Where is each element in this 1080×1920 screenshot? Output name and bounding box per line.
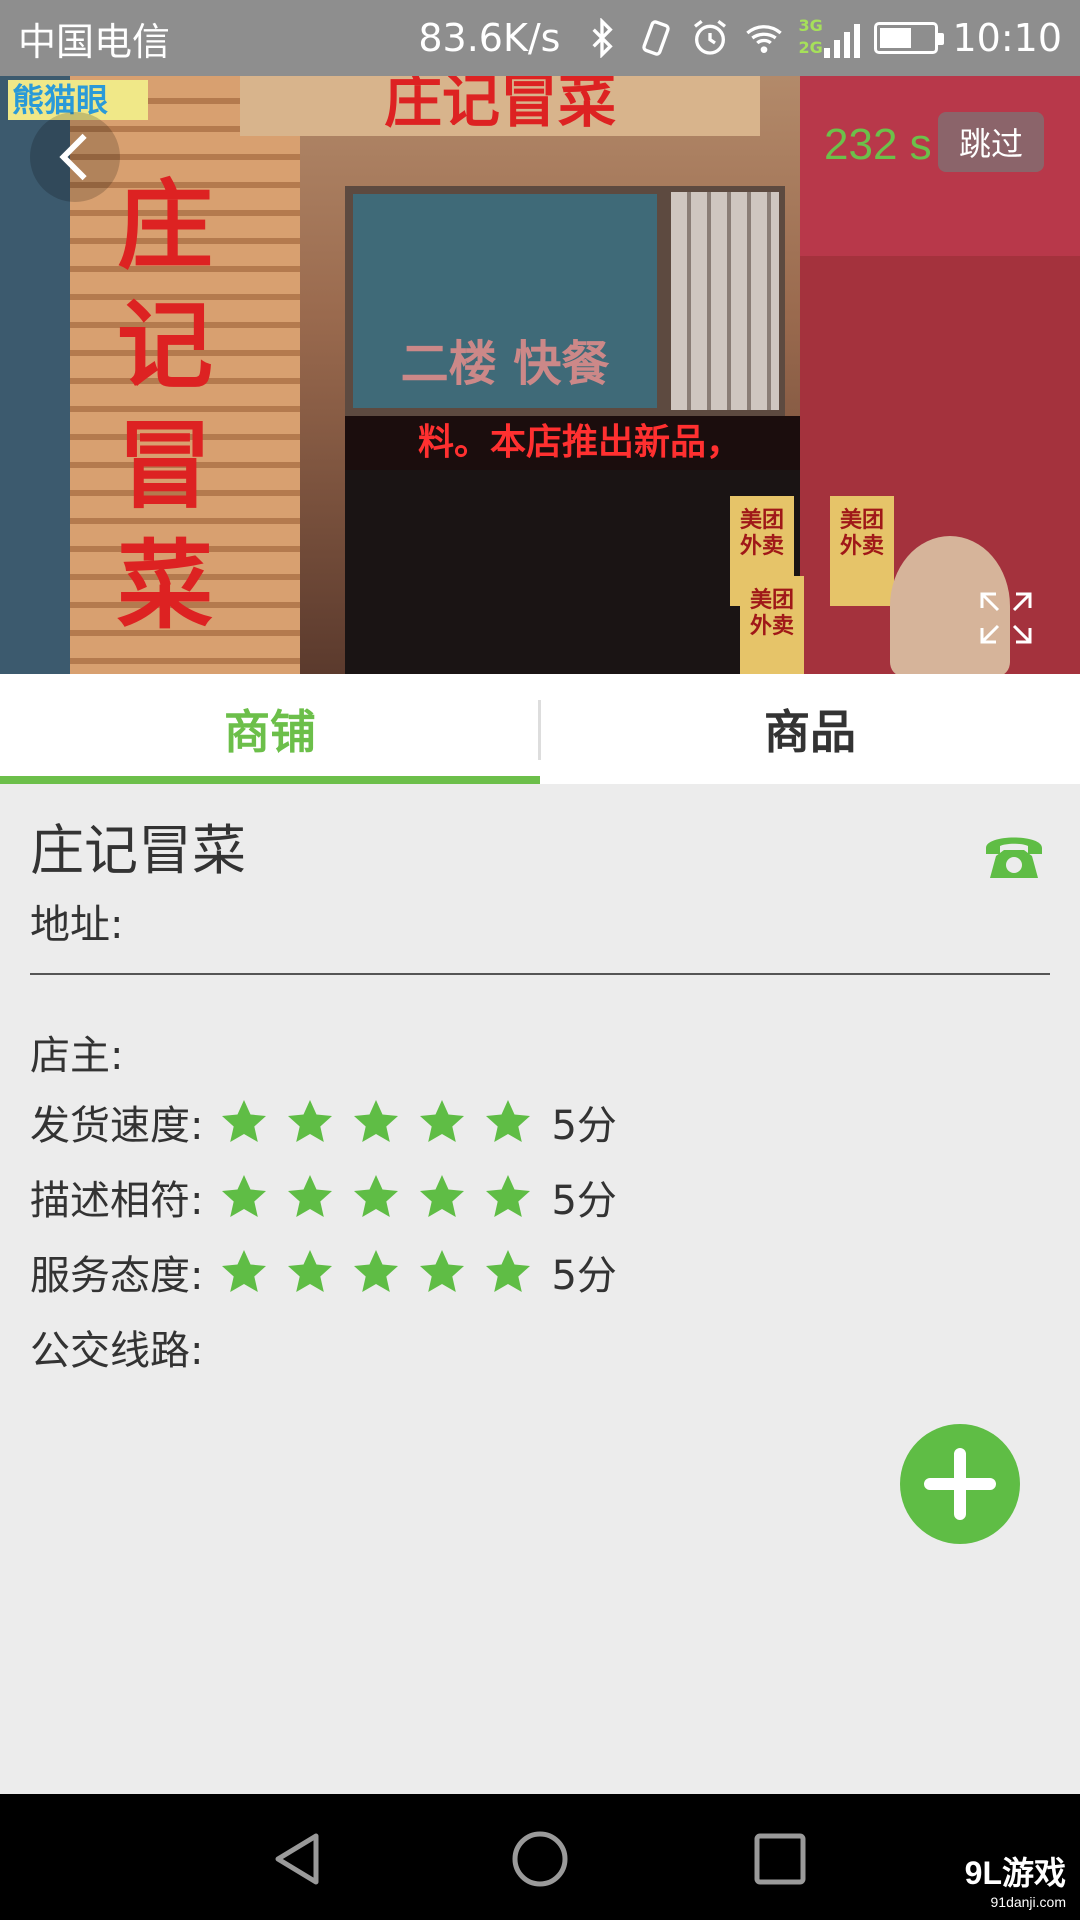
clock: 10:10 xyxy=(952,16,1062,60)
battery-icon xyxy=(874,22,945,54)
cellular-signal-icon: 3G 2G xyxy=(798,12,861,64)
add-button[interactable] xyxy=(900,1424,1020,1544)
carrier-name: 中国电信 xyxy=(18,19,171,64)
network-3g-label: 3G xyxy=(798,16,823,35)
rating-row: 描述相符: 5分 xyxy=(30,1167,617,1227)
owner-label: 店主: xyxy=(30,1033,124,1079)
star-icon xyxy=(354,1100,399,1142)
star-icon xyxy=(486,1175,531,1217)
star-icon xyxy=(222,1250,267,1292)
star-icon xyxy=(288,1100,333,1142)
star-icon xyxy=(420,1250,465,1292)
upper-window: 二楼 快餐 xyxy=(345,186,665,416)
star-icon xyxy=(222,1100,267,1142)
watermark-sub: 91danji.com xyxy=(990,1894,1067,1910)
star-icon xyxy=(354,1175,399,1217)
alarm-icon xyxy=(694,20,727,55)
plus-icon xyxy=(924,1448,996,1520)
chevron-left-icon xyxy=(59,133,87,181)
watermark-main: 9L游戏 xyxy=(964,1855,1066,1891)
star-icon xyxy=(222,1175,267,1217)
meituan-poster: 美团外卖 xyxy=(830,496,894,606)
led-sign: 料。本店推出新品， xyxy=(345,416,815,470)
vibrate-icon xyxy=(642,20,671,56)
shop-name: 庄记冒菜 xyxy=(30,819,246,882)
vertical-sign: 庄记冒菜 xyxy=(117,169,213,642)
rating-score: 5分 xyxy=(551,1253,617,1299)
star-icon xyxy=(420,1175,465,1217)
rating-row: 服务态度: 5分 xyxy=(30,1242,617,1302)
lattice-window xyxy=(665,186,785,416)
tab-shop[interactable]: 商铺 xyxy=(0,674,540,784)
ad-countdown: 232 s xyxy=(824,120,932,169)
back-button[interactable] xyxy=(30,112,120,202)
network-speed: 83.6K/s xyxy=(418,16,561,60)
tab-products[interactable]: 商品 xyxy=(540,674,1080,784)
back-triangle-icon[interactable] xyxy=(264,1824,334,1894)
status-bar: 中国电信 83.6K/s 3G 2G 10:10 xyxy=(0,0,1080,76)
bus-route-label: 公交线路: xyxy=(30,1328,204,1374)
wifi-icon xyxy=(746,25,783,53)
bus-route-row: 公交线路: xyxy=(30,1317,203,1377)
network-2g-label: 2G xyxy=(798,38,823,57)
home-circle-icon[interactable] xyxy=(505,1824,575,1894)
top-sign: 庄记冒菜 xyxy=(240,76,760,136)
shop-hero-image[interactable]: 熊猫眼 庄记冒菜 庄记冒菜 二楼 快餐 料。本店推出新品， 美团外卖 美团外卖 … xyxy=(0,76,1080,674)
star-icon xyxy=(420,1100,465,1142)
rating-score: 5分 xyxy=(551,1103,617,1149)
window-text: 二楼 快餐 xyxy=(400,336,610,392)
star-icon xyxy=(288,1250,333,1292)
shop-info-panel: 庄记冒菜 地址: 店主: 发货速度: 5分 描述相符: 5分 服务态度: 5分 … xyxy=(0,784,1080,1794)
skip-button[interactable]: 跳过 xyxy=(938,112,1044,172)
star-rating xyxy=(219,1247,533,1297)
bluetooth-icon xyxy=(592,18,614,58)
rating-label: 服务态度: xyxy=(30,1253,204,1299)
star-icon xyxy=(354,1250,399,1292)
star-icon xyxy=(288,1175,333,1217)
rating-score: 5分 xyxy=(551,1178,617,1224)
star-icon xyxy=(486,1250,531,1292)
system-nav-bar: 9L游戏 91danji.com xyxy=(0,1794,1080,1920)
rating-label: 描述相符: xyxy=(30,1178,204,1224)
star-rating xyxy=(219,1097,533,1147)
owner-row: 店主: xyxy=(30,1022,123,1082)
meituan-poster: 美团外卖 xyxy=(740,576,804,674)
expand-icon[interactable] xyxy=(976,588,1036,648)
star-icon xyxy=(486,1100,531,1142)
tab-divider xyxy=(538,700,541,760)
phone-icon[interactable] xyxy=(982,828,1046,884)
rating-label: 发货速度: xyxy=(30,1103,204,1149)
watermark: 9L游戏 91danji.com xyxy=(965,1848,1066,1910)
star-rating xyxy=(219,1172,533,1222)
rating-row: 发货速度: 5分 xyxy=(30,1092,617,1152)
divider xyxy=(30,973,1050,975)
address-label: 地址: xyxy=(30,902,124,948)
recents-square-icon[interactable] xyxy=(745,1824,815,1894)
